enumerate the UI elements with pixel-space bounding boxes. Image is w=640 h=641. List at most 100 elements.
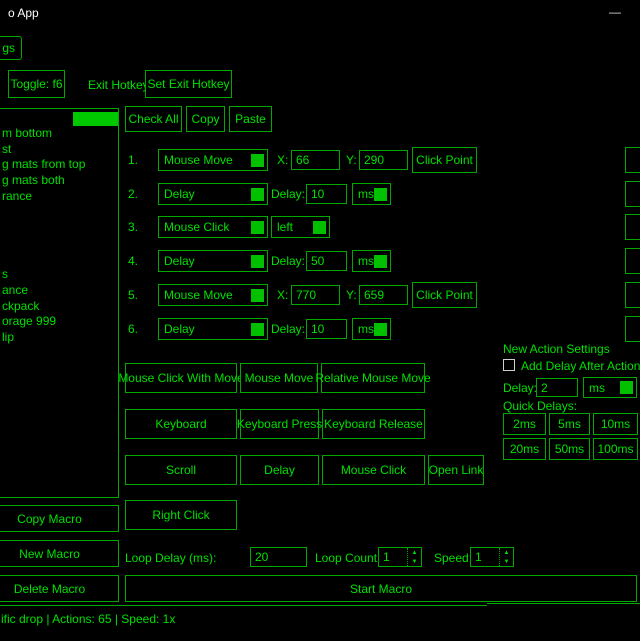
delete-macro-button[interactable]: Delete Macro (0, 575, 119, 602)
add-scroll-button[interactable]: Scroll (125, 455, 237, 485)
overlay-window (487, 603, 640, 641)
macro-list-item[interactable]: m bottom (0, 126, 118, 142)
new-action-delay-input[interactable] (536, 378, 578, 397)
action-type-dropdown[interactable]: Delay (158, 318, 268, 340)
remove-action-button[interactable]: R (625, 282, 640, 308)
copy-button[interactable]: Copy (186, 106, 225, 132)
quick-delay-5ms-button[interactable]: 5ms (549, 413, 590, 435)
delay-input[interactable] (306, 251, 347, 271)
delay-unit-dropdown[interactable]: ms (352, 318, 391, 340)
check-all-button[interactable]: Check All (125, 106, 182, 132)
copy-macro-button[interactable]: Copy Macro (0, 505, 119, 532)
paste-button[interactable]: Paste (229, 106, 272, 132)
delay-input[interactable] (306, 184, 347, 204)
action-type-value: Mouse Click (164, 220, 229, 234)
macro-list-item[interactable] (0, 204, 118, 220)
action-row: 1. Mouse Move X: Y: Click Point R (125, 147, 640, 173)
action-type-value: Delay (164, 187, 195, 201)
action-type-dropdown[interactable]: Mouse Move (158, 284, 268, 306)
mouse-button-dropdown[interactable]: left (271, 216, 330, 238)
quick-delay-2ms-button[interactable]: 2ms (503, 413, 546, 435)
selected-macro-highlight[interactable] (73, 112, 119, 126)
add-mouse-click-button[interactable]: Mouse Click (322, 455, 425, 485)
macro-listbox[interactable]: m bottom st g mats from top g mats both … (0, 108, 119, 498)
new-macro-button[interactable]: New Macro (0, 540, 119, 567)
macro-list-item[interactable]: ance (0, 283, 118, 299)
spinner-up-icon[interactable]: ▲ (408, 548, 421, 557)
add-keyboard-release-button[interactable]: Keyboard Release (322, 409, 425, 439)
remove-action-button[interactable]: R (625, 147, 640, 173)
macro-list-item[interactable]: ckpack (0, 299, 118, 315)
dropdown-arrow-icon (251, 289, 264, 302)
add-right-click-button[interactable]: Right Click (125, 500, 237, 530)
dropdown-arrow-icon (374, 323, 387, 336)
stepper-arrows: ▲ ▼ (407, 548, 421, 566)
macro-list-item[interactable]: lip (0, 330, 118, 346)
tab-settings-label: gs (2, 41, 15, 55)
macro-list-item[interactable]: st (0, 142, 118, 158)
macro-list-item[interactable] (0, 252, 118, 268)
x-input[interactable] (291, 150, 340, 170)
add-keyboard-button[interactable]: Keyboard (125, 409, 237, 439)
quick-delay-100ms-button[interactable]: 100ms (593, 438, 638, 460)
macro-list-item[interactable]: rance (0, 189, 118, 205)
quick-delay-20ms-button[interactable]: 20ms (503, 438, 546, 460)
add-delay-button[interactable]: Delay (240, 455, 319, 485)
add-mouse-click-with-move-button[interactable]: Mouse Click With Move (125, 363, 237, 393)
add-mouse-move-button[interactable]: Mouse Move (240, 363, 318, 393)
macro-list-item[interactable]: g mats from top (0, 157, 118, 173)
add-keyboard-press-button[interactable]: Keyboard Press (240, 409, 319, 439)
start-macro-button[interactable]: Start Macro (125, 575, 637, 602)
remove-action-button[interactable]: R (625, 316, 640, 342)
set-exit-hotkey-button[interactable]: Set Exit Hotkey (145, 70, 232, 98)
action-type-dropdown[interactable]: Mouse Move (158, 149, 268, 171)
macro-list-item[interactable] (0, 220, 118, 236)
quick-delay-50ms-button[interactable]: 50ms (549, 438, 590, 460)
macro-list-item[interactable] (0, 236, 118, 252)
action-type-dropdown[interactable]: Delay (158, 183, 268, 205)
y-input[interactable] (359, 285, 408, 305)
macro-list-item[interactable]: orage 999 (0, 314, 118, 330)
spinner-down-icon[interactable]: ▼ (500, 557, 513, 566)
x-input[interactable] (291, 285, 340, 305)
action-type-dropdown[interactable]: Delay (158, 250, 268, 272)
delay-input[interactable] (306, 319, 347, 339)
new-action-settings-title: New Action Settings (503, 342, 610, 356)
spinner-down-icon[interactable]: ▼ (408, 557, 421, 566)
macro-list-item[interactable]: s (0, 267, 118, 283)
minimize-icon[interactable]: — (598, 0, 632, 24)
quick-delay-10ms-button[interactable]: 10ms (593, 413, 638, 435)
click-point-button[interactable]: Click Point (412, 147, 477, 173)
delay-unit-value: ms (358, 254, 374, 268)
new-action-delay-unit-dropdown[interactable]: ms (583, 377, 637, 398)
action-type-dropdown[interactable]: Mouse Click (158, 216, 268, 238)
speed-stepper[interactable]: ▲ ▼ (470, 547, 514, 567)
add-relative-mouse-move-button[interactable]: Relative Mouse Move (321, 363, 425, 393)
stepper-arrows: ▲ ▼ (499, 548, 513, 566)
action-row: 3. Mouse Click left R (125, 214, 640, 240)
action-row-number: 2. (128, 187, 138, 201)
loop-count-stepper[interactable]: ▲ ▼ (378, 547, 422, 567)
remove-action-button[interactable]: R (625, 248, 640, 274)
action-row-number: 4. (128, 254, 138, 268)
dropdown-arrow-icon (251, 323, 264, 336)
add-delay-checkbox[interactable] (503, 359, 515, 371)
delay-unit-dropdown[interactable]: ms (352, 183, 391, 205)
macro-list-item[interactable]: g mats both (0, 173, 118, 189)
y-input[interactable] (359, 150, 408, 170)
speed-label: Speed: (434, 551, 472, 565)
dropdown-arrow-icon (251, 188, 264, 201)
speed-value[interactable] (471, 548, 499, 566)
spinner-up-icon[interactable]: ▲ (500, 548, 513, 557)
exit-hotkey-label: Exit Hotkey: (88, 78, 152, 92)
action-type-value: Mouse Move (164, 153, 233, 167)
delay-unit-dropdown[interactable]: ms (352, 250, 391, 272)
loop-delay-input[interactable] (250, 547, 307, 567)
tab-settings[interactable]: gs (0, 36, 22, 60)
remove-action-button[interactable]: R (625, 214, 640, 240)
remove-action-button[interactable]: R (625, 181, 640, 207)
click-point-button[interactable]: Click Point (412, 282, 477, 308)
loop-count-value[interactable] (379, 548, 407, 566)
add-open-link-button[interactable]: Open Link (428, 455, 484, 485)
toggle-hotkey-button[interactable]: Toggle: f6 (8, 70, 65, 98)
